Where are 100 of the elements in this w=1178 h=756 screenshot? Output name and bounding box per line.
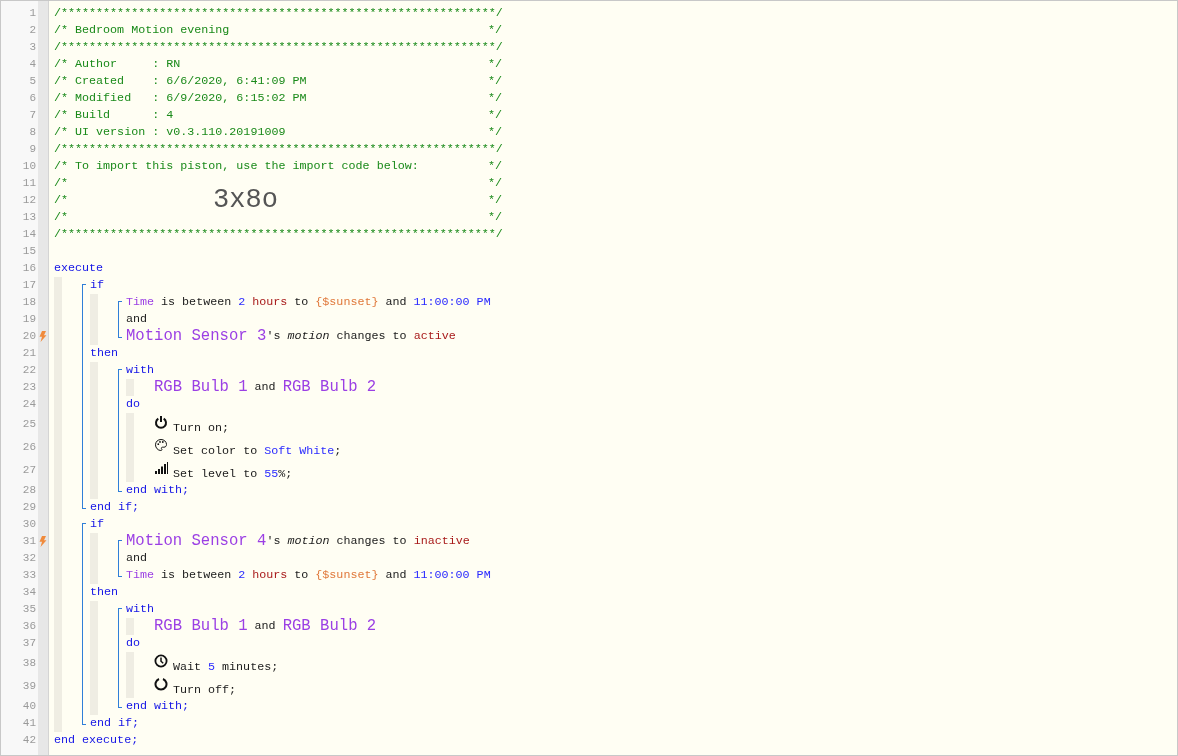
code-text: Wait: [173, 662, 202, 674]
line-number: 29: [21, 500, 36, 516]
line-number: 21: [21, 346, 36, 362]
property-name: motion: [287, 330, 330, 343]
code-text: 's: [266, 330, 281, 343]
line-number: 14: [21, 227, 36, 243]
line-number: 17: [21, 278, 36, 294]
code-text: ;: [334, 446, 342, 458]
code-text: 's: [266, 535, 281, 548]
code-text: Turn on;: [173, 423, 230, 435]
unit-text: inactive: [413, 535, 470, 548]
code-comment: /* Created : 6/6/2020, 6:41:09 PM: [54, 75, 307, 88]
keyword: with: [126, 603, 155, 616]
value-text: 2: [238, 296, 246, 309]
property-name: motion: [287, 535, 330, 548]
code-comment: /* UI version : v0.3.110.20191009: [54, 126, 286, 139]
line-number: 34: [21, 585, 36, 601]
code-comment: */: [487, 24, 502, 37]
code-text: and: [126, 313, 148, 326]
line-number: 31: [21, 534, 36, 550]
line-number: 18: [21, 295, 36, 311]
line-number: 30: [21, 517, 36, 533]
line-number: 19: [21, 312, 36, 328]
line-number: 36: [21, 619, 36, 635]
line-number: 16: [21, 261, 36, 277]
keyword: do: [126, 637, 141, 650]
code-text: and: [385, 296, 407, 309]
keyword: do: [126, 398, 141, 411]
line-number: 6: [28, 91, 36, 107]
code-text: is between: [161, 296, 232, 309]
line-number: 3: [28, 40, 36, 56]
line-number: 33: [21, 568, 36, 584]
code-comment: /*: [54, 194, 69, 207]
power-icon: [154, 415, 168, 429]
code-text: and: [385, 569, 407, 582]
keyword: end if;: [90, 501, 140, 514]
keyword: then: [90, 586, 119, 599]
code-comment: */: [487, 126, 502, 139]
code-comment: */: [487, 92, 502, 105]
code-comment: */: [487, 194, 502, 207]
device-name: Motion Sensor 3: [126, 328, 267, 345]
line-number: 28: [21, 483, 36, 499]
code-text: Set level to: [173, 469, 258, 481]
line-number: 39: [21, 679, 36, 695]
line-number: 38: [21, 656, 36, 672]
code-comment: */: [487, 75, 502, 88]
keyword: end with;: [126, 484, 190, 497]
value-text: 11:00:00 PM: [413, 296, 491, 309]
device-name: RGB Bulb 1: [154, 618, 248, 635]
line-number: 35: [21, 602, 36, 618]
keyword: with: [126, 364, 155, 377]
code-text: changes to: [336, 535, 407, 548]
code-comment: */: [487, 160, 502, 173]
value-text: 2: [238, 569, 246, 582]
unit-text: hours: [252, 569, 288, 582]
code-comment: /* Bedroom Motion evening: [54, 24, 230, 37]
code-comment: /* Modified : 6/9/2020, 6:15:02 PM: [54, 92, 307, 105]
line-number: 27: [21, 463, 36, 479]
line-number: 24: [21, 397, 36, 413]
code-comment: */: [487, 109, 502, 122]
code-text: is between: [161, 569, 232, 582]
code-comment: */: [487, 211, 502, 224]
ring-icon: [154, 677, 168, 691]
code-text: minutes;: [222, 662, 279, 674]
code-comment: /* To import this piston, use the import code below:: [54, 160, 419, 173]
code-comment: /**************************************************************/: [54, 7, 503, 20]
line-number: 22: [21, 363, 36, 379]
code-comment: /**************************************************************/: [54, 228, 503, 241]
line-number: 26: [21, 440, 36, 456]
line-number: 42: [21, 733, 36, 749]
device-name: RGB Bulb 1: [154, 379, 248, 396]
code-text: to: [294, 296, 309, 309]
line-number: 25: [21, 417, 36, 433]
code-text: changes to: [336, 330, 407, 343]
signal-bars-icon: [154, 461, 168, 475]
line-number: 9: [28, 142, 36, 158]
line-number: 2: [28, 23, 36, 39]
value-text: 55: [264, 469, 279, 481]
line-number: 15: [21, 244, 36, 260]
keyword: end execute;: [54, 734, 139, 747]
line-number: 37: [21, 636, 36, 652]
code-text: %;: [278, 469, 293, 481]
variable-text: {$sunset}: [315, 569, 379, 582]
clock-icon: [154, 654, 168, 668]
device-name: RGB Bulb 2: [282, 379, 377, 396]
code-text: Turn off;: [173, 685, 237, 697]
keyword: end if;: [90, 717, 140, 730]
code-text: and: [254, 381, 276, 394]
line-number: 7: [28, 108, 36, 124]
keyword: then: [90, 347, 119, 360]
line-number: 4: [28, 57, 36, 73]
line-number: 1: [28, 6, 36, 22]
code-comment: /*: [54, 177, 69, 190]
code-text: and: [254, 620, 276, 633]
code-text: to: [294, 569, 309, 582]
code-text: Set color to: [173, 446, 258, 458]
code-comment: */: [487, 58, 502, 71]
code-comment: /**************************************************************/: [54, 143, 503, 156]
value-text: Soft White: [264, 446, 335, 458]
device-name: Motion Sensor 4: [126, 533, 267, 550]
